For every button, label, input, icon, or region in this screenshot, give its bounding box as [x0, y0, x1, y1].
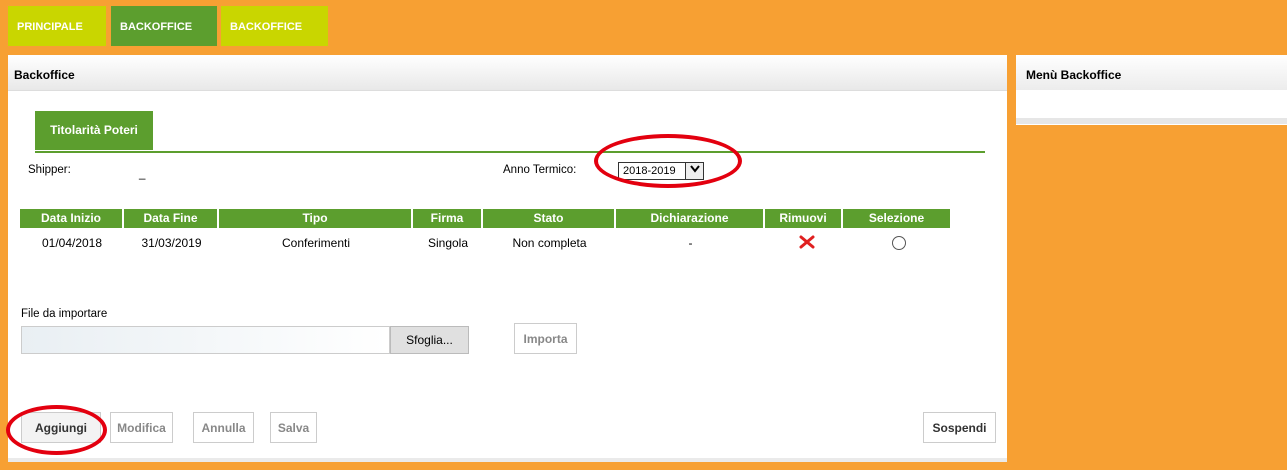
file-import-label: File da importare: [21, 308, 108, 320]
col-data-fine: Data Fine: [124, 209, 219, 228]
col-firma: Firma: [413, 209, 483, 228]
cancel-button[interactable]: Annulla: [193, 412, 254, 443]
panel-bottom-border: [8, 458, 1007, 462]
cell-dichiarazione: -: [688, 236, 693, 250]
shipper-label: Shipper:: [28, 164, 71, 176]
col-rimuovi: Rimuovi: [765, 209, 843, 228]
side-menu-panel: Menù Backoffice: [1016, 55, 1287, 125]
browse-button[interactable]: Sfoglia...: [390, 326, 469, 354]
top-nav-bar: PRINCIPALE BACKOFFICE BACKOFFICE: [0, 0, 1287, 46]
tab-backoffice-active[interactable]: BACKOFFICE: [111, 6, 217, 46]
side-menu-title: Menù Backoffice: [1026, 68, 1122, 82]
cell-firma: Singola: [427, 236, 469, 250]
import-button[interactable]: Importa: [514, 323, 577, 354]
annotation-ellipse-anno: [594, 134, 742, 188]
cell-tipo: Conferimenti: [281, 236, 351, 250]
save-button[interactable]: Salva: [270, 412, 317, 443]
tab-principale[interactable]: PRINCIPALE: [8, 6, 106, 46]
file-path-input[interactable]: [21, 326, 390, 354]
cell-data-fine: 31/03/2019: [141, 236, 202, 250]
cell-data-inizio: 01/04/2018: [41, 236, 103, 250]
side-menu-header: Menù Backoffice: [1016, 55, 1287, 90]
page-title: Backoffice: [14, 68, 75, 82]
table-header: Data Inizio Data Fine Tipo Firma Stato D…: [20, 209, 950, 228]
cell-stato: Non completa: [512, 236, 587, 250]
backoffice-panel: Backoffice Titolarità Poteri Shipper: _ …: [8, 55, 1007, 462]
subtab-divider: [35, 151, 985, 153]
side-menu-bottom: [1016, 118, 1287, 124]
col-stato: Stato: [483, 209, 616, 228]
col-tipo: Tipo: [219, 209, 413, 228]
suspend-button[interactable]: Sospendi: [923, 412, 996, 443]
tab-titolarita-poteri[interactable]: Titolarità Poteri: [35, 111, 153, 150]
anno-termico-label: Anno Termico:: [503, 164, 577, 176]
col-selezione: Selezione: [843, 209, 950, 228]
edit-button[interactable]: Modifica: [110, 412, 173, 443]
radio-icon[interactable]: [892, 236, 906, 250]
col-dichiarazione: Dichiarazione: [616, 209, 765, 228]
annotation-ellipse-add: [6, 405, 107, 455]
panel-header: Backoffice: [8, 55, 1007, 91]
red-x-icon[interactable]: [799, 233, 815, 253]
tab-backoffice[interactable]: BACKOFFICE: [221, 6, 328, 46]
col-data-inizio: Data Inizio: [20, 209, 124, 228]
shipper-value: _: [139, 168, 146, 180]
